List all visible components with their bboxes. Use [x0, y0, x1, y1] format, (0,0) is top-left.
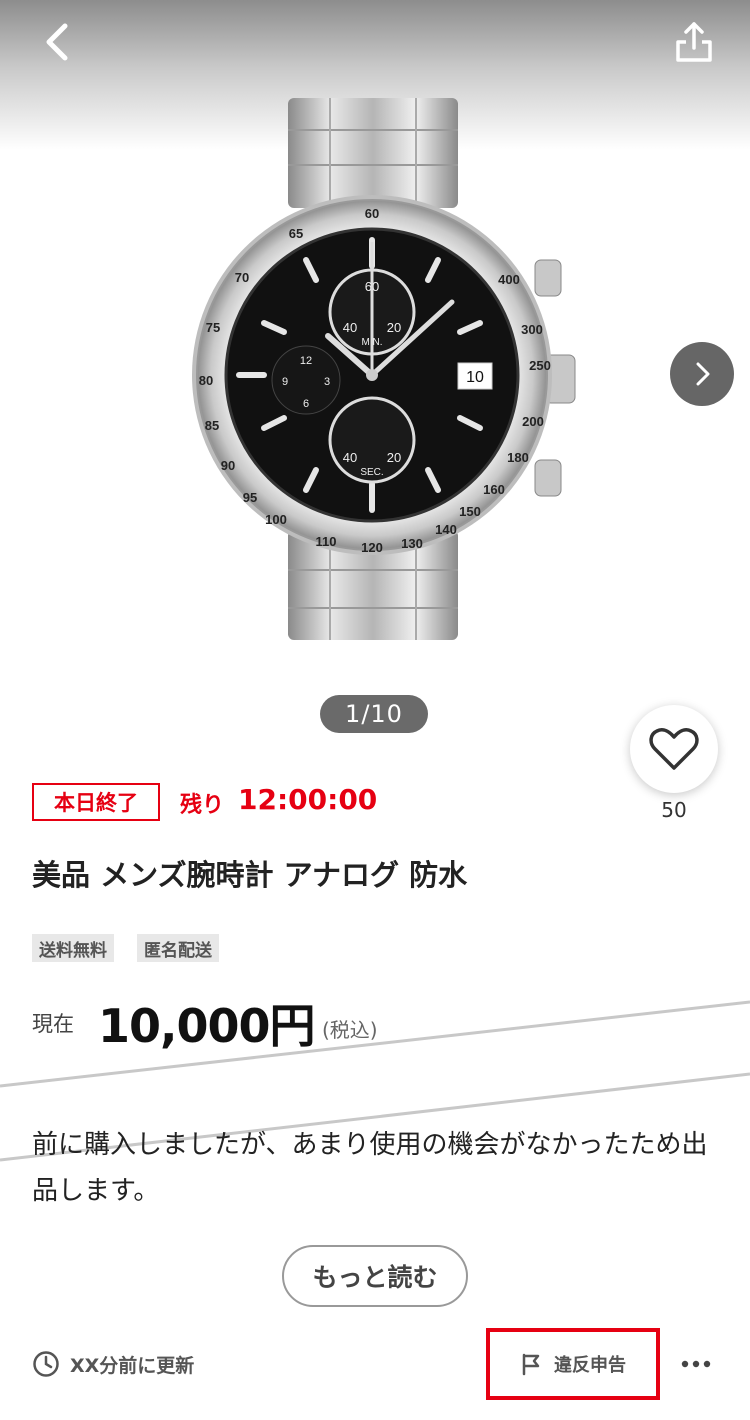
read-more-button[interactable]: もっと読む [282, 1245, 468, 1307]
favorite-count: 50 [661, 798, 687, 822]
bezel-label: 160 [483, 482, 505, 497]
dial-label: SEC. [360, 467, 383, 478]
bezel-label: 110 [316, 534, 337, 549]
bezel-label: 90 [221, 458, 235, 473]
bezel-label: 400 [498, 272, 520, 287]
dial-label: 6 [303, 398, 309, 410]
bezel-label: 75 [206, 320, 220, 335]
bezel-label: 140 [435, 522, 457, 537]
bezel-label: 70 [235, 270, 249, 285]
price-label: 現在 [32, 1012, 74, 1036]
ending-today-badge: 本日終了 [32, 783, 160, 821]
remaining-label: 残り [180, 793, 225, 818]
back-button[interactable] [30, 14, 86, 70]
bezel-label: 60 [365, 206, 379, 221]
bezel-label: 180 [507, 450, 529, 465]
share-icon [676, 22, 712, 62]
updated-time-text: XX分前に更新 [70, 1354, 195, 1377]
share-button[interactable] [664, 12, 724, 72]
chevron-right-icon [696, 362, 710, 386]
flag-icon [522, 1353, 540, 1376]
current-price: 10,000円 [98, 999, 316, 1053]
image-gallery[interactable]: 10 60 40 20 MIN. 12 9 3 6 40 20 SEC. 60 … [0, 0, 750, 760]
heart-icon [649, 728, 699, 770]
tag-anonymous-delivery: 匿名配送 [137, 934, 219, 962]
bezel-label: 85 [205, 418, 219, 433]
more-dots-icon [681, 1360, 711, 1368]
favorite-button[interactable] [630, 705, 718, 793]
svg-text:10: 10 [466, 369, 484, 386]
remaining-time: 12:00:00 [238, 783, 378, 816]
bezel-label: 80 [199, 373, 213, 388]
bezel-label: 300 [521, 322, 543, 337]
updated-info: XX分前に更新 [32, 1348, 194, 1380]
bezel-label: 100 [265, 512, 287, 527]
clock-icon [33, 1351, 59, 1377]
bezel-label: 120 [361, 540, 383, 555]
next-image-button[interactable] [670, 342, 734, 406]
item-description: 前に購入しましたが、あまり使用の機会がなかったため出品します。 [32, 1130, 708, 1206]
bezel-label: 200 [522, 414, 544, 429]
image-counter: 1/10 [320, 695, 428, 733]
dial-label: 9 [282, 376, 288, 388]
product-image[interactable]: 10 60 40 20 MIN. 12 9 3 6 40 20 SEC. 60 … [160, 90, 590, 660]
item-title: 美品 メンズ腕時計 アナログ 防水 [32, 858, 468, 892]
bezel-label: 250 [529, 358, 551, 373]
dial-label: 20 [387, 450, 401, 465]
bezel-label: 65 [289, 226, 303, 241]
more-options-button[interactable] [676, 1346, 716, 1382]
dial-label: 20 [387, 320, 401, 335]
dial-label: 3 [324, 376, 330, 388]
bezel-label: 95 [243, 490, 257, 505]
bezel-label: 150 [459, 504, 481, 519]
chevron-left-icon [46, 23, 68, 61]
tax-note: (税込) [322, 1018, 378, 1042]
report-label: 違反申告 [554, 1355, 626, 1376]
dial-label: 12 [300, 355, 312, 367]
report-violation-button[interactable]: 違反申告 [486, 1328, 660, 1400]
bezel-label: 130 [401, 536, 423, 551]
dial-label: 40 [343, 450, 357, 465]
dial-label: 40 [343, 320, 357, 335]
tag-free-shipping: 送料無料 [32, 934, 114, 962]
